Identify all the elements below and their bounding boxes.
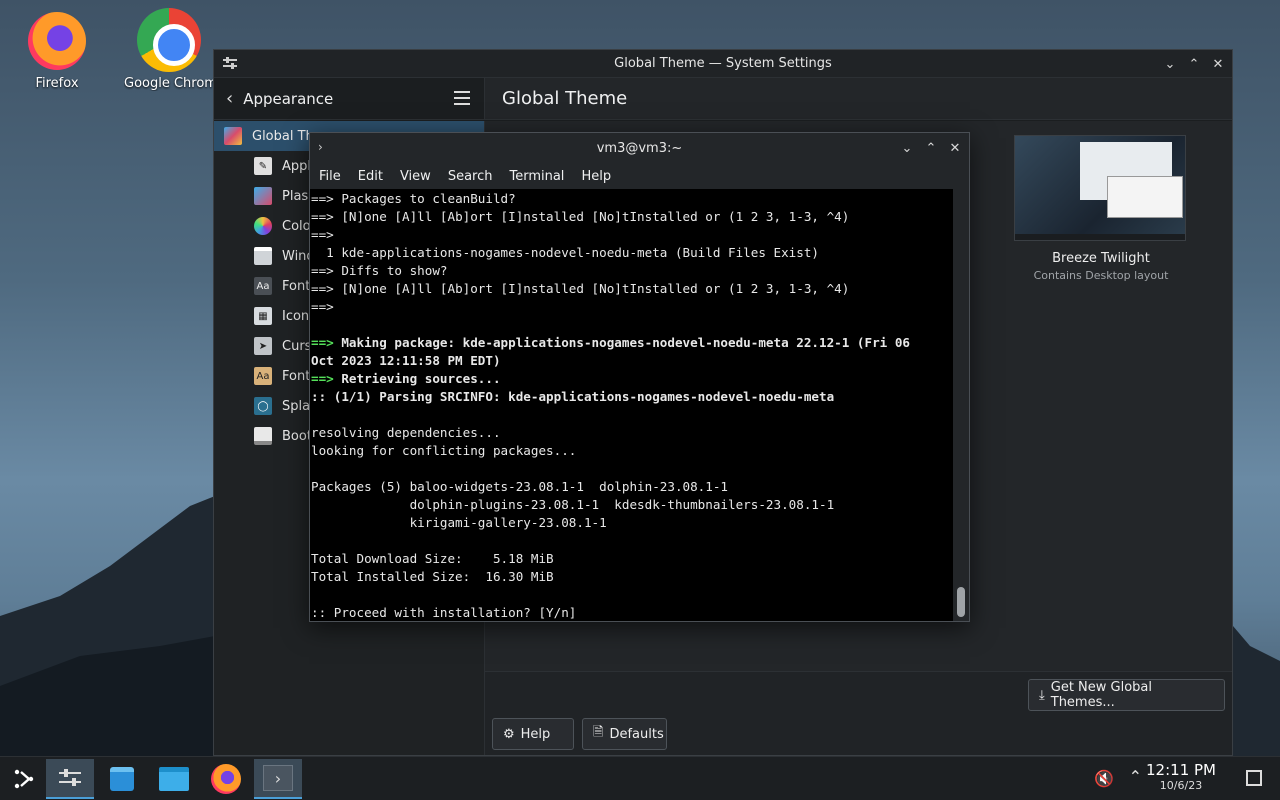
cursor-icon: ➤: [254, 337, 272, 355]
menu-file[interactable]: File: [319, 169, 341, 184]
desktop-icon-label: Google Chrome: [124, 76, 214, 91]
task-konsole[interactable]: ›: [254, 759, 302, 799]
terminal-line: Total Installed Size: 16.30 MiB: [311, 569, 554, 584]
taskbar: › 🔇 ⌃ 12:11 PM 10/6/23: [0, 756, 1280, 800]
terminal-line: 1 kde-applications-nogames-nodevel-noedu…: [311, 245, 819, 260]
task-firefox[interactable]: [202, 759, 250, 799]
terminal-menubar: File Edit View Search Terminal Help: [310, 163, 969, 189]
document-icon: 🗎: [593, 725, 604, 740]
terminal-line: Oct 2023 12:11:58 PM EDT): [311, 353, 501, 368]
defaults-button[interactable]: 🗎 Defaults: [582, 718, 667, 750]
terminal-line: looking for conflicting packages...: [311, 443, 577, 458]
chevron-left-icon: ‹: [226, 88, 234, 109]
show-desktop-icon[interactable]: [1246, 770, 1262, 786]
folder-icon: [159, 767, 189, 791]
maximize-icon[interactable]: ⌃: [923, 138, 939, 158]
monitor-icon: [254, 427, 272, 445]
icons-icon: ▦: [254, 307, 272, 325]
menu-search[interactable]: Search: [448, 169, 493, 184]
close-icon[interactable]: ✕: [947, 138, 963, 158]
menu-help[interactable]: Help: [581, 169, 611, 184]
back-label: Appearance: [243, 89, 334, 108]
terminal-line: ==> [N]one [A]ll [Ab]ort [I]nstalled [No…: [311, 209, 850, 224]
terminal-line: ==> Packages to cleanBuild?: [311, 191, 516, 206]
close-icon[interactable]: ✕: [1210, 54, 1226, 74]
settings-titlebar[interactable]: Global Theme — System Settings ⌄ ⌃ ✕: [214, 50, 1232, 78]
menu-terminal[interactable]: Terminal: [509, 169, 564, 184]
terminal-titlebar[interactable]: › vm3@vm3:~ ⌄ ⌃ ✕: [310, 133, 969, 163]
window-icon: [254, 247, 272, 265]
terminal-line: kirigami-gallery-23.08.1-1: [311, 515, 607, 530]
terminal-line: Packages (5) baloo-widgets-23.08.1-1 dol…: [311, 479, 729, 494]
task-dolphin[interactable]: [150, 759, 198, 799]
color-wheel-icon: [254, 217, 272, 235]
font-management-icon: Aa: [254, 367, 272, 385]
terminal-title: vm3@vm3:~: [596, 140, 683, 156]
settings-app-icon[interactable]: [222, 56, 238, 72]
terminal-window: › vm3@vm3:~ ⌄ ⌃ ✕ File Edit View Search …: [309, 132, 970, 622]
page-title: Global Theme: [502, 88, 628, 109]
terminal-line: ==> Retrieving sources...: [311, 371, 501, 386]
terminal-scrollbar[interactable]: [953, 189, 969, 621]
back-button[interactable]: ‹ Appearance: [214, 78, 485, 119]
minimize-icon[interactable]: ⌄: [1162, 54, 1178, 74]
terminal-line: ==> Making package: kde-applications-nog…: [311, 335, 910, 350]
menu-view[interactable]: View: [400, 169, 431, 184]
terminal-icon: ›: [263, 765, 293, 791]
terminal-line: :: Proceed with installation? [Y/n]: [311, 605, 577, 620]
window-title: Global Theme — System Settings: [614, 56, 832, 71]
download-icon: ⤓: [1039, 687, 1045, 703]
splash-icon: ◯: [254, 397, 272, 415]
firefox-icon: [211, 764, 241, 794]
terminal-line: resolving dependencies...: [311, 425, 501, 440]
terminal-line: ==>: [311, 299, 334, 314]
hamburger-menu-icon[interactable]: [454, 91, 470, 105]
terminal-line: ==> [N]one [A]ll [Ab]ort [I]nstalled [No…: [311, 281, 850, 296]
clock-date: 10/6/23: [1159, 779, 1203, 792]
launcher-icon: [14, 769, 34, 789]
theme-card-breeze-twilight[interactable]: Breeze Twilight Contains Desktop layout: [1014, 135, 1188, 282]
help-button[interactable]: ⚙ Help: [492, 718, 574, 750]
theme-name: Breeze Twilight: [1052, 251, 1150, 266]
task-system-settings[interactable]: [46, 759, 94, 799]
settings-icon: [59, 769, 81, 786]
chrome-icon: [137, 8, 201, 72]
clock-time: 12:11 PM: [1146, 761, 1216, 779]
app-launcher-button[interactable]: [0, 759, 48, 799]
theme-thumbnail: [1014, 135, 1186, 241]
shopping-bag-icon: [110, 767, 134, 791]
tray-expand-icon[interactable]: ⌃: [1129, 767, 1142, 786]
desktop-icon-label: Firefox: [35, 76, 79, 91]
terminal-app-icon[interactable]: ›: [318, 140, 334, 156]
volume-muted-icon[interactable]: 🔇: [1094, 769, 1114, 788]
terminal-line: Total Download Size: 5.18 MiB: [311, 551, 554, 566]
help-icon: ⚙: [503, 726, 515, 742]
terminal-line: dolphin-plugins-23.08.1-1 kdesdk-thumbna…: [311, 497, 835, 512]
firefox-icon: [28, 12, 86, 70]
terminal-line: ==> Diffs to show?: [311, 263, 448, 278]
get-new-themes-button[interactable]: ⤓ Get New Global Themes...: [1028, 679, 1225, 711]
plasma-icon: [254, 187, 272, 205]
global-theme-icon: [224, 127, 242, 145]
menu-edit[interactable]: Edit: [358, 169, 383, 184]
maximize-icon[interactable]: ⌃: [1186, 54, 1202, 74]
desktop-icon-firefox[interactable]: Firefox: [7, 12, 107, 91]
clock[interactable]: 12:11 PM 10/6/23: [1146, 761, 1216, 792]
terminal-line: ==>: [311, 227, 334, 242]
scrollbar-thumb[interactable]: [957, 587, 965, 617]
font-icon: Aa: [254, 277, 272, 295]
desktop-icon-chrome[interactable]: Google Chrome: [124, 8, 214, 91]
minimize-icon[interactable]: ⌄: [899, 138, 915, 158]
terminal-line: :: (1/1) Parsing SRCINFO: kde-applicatio…: [311, 389, 835, 404]
task-discover[interactable]: [98, 759, 146, 799]
theme-description: Contains Desktop layout: [1033, 269, 1169, 282]
terminal-output[interactable]: ==> Packages to cleanBuild? ==> [N]one [A…: [310, 189, 953, 621]
brush-icon: ✎: [254, 157, 272, 175]
